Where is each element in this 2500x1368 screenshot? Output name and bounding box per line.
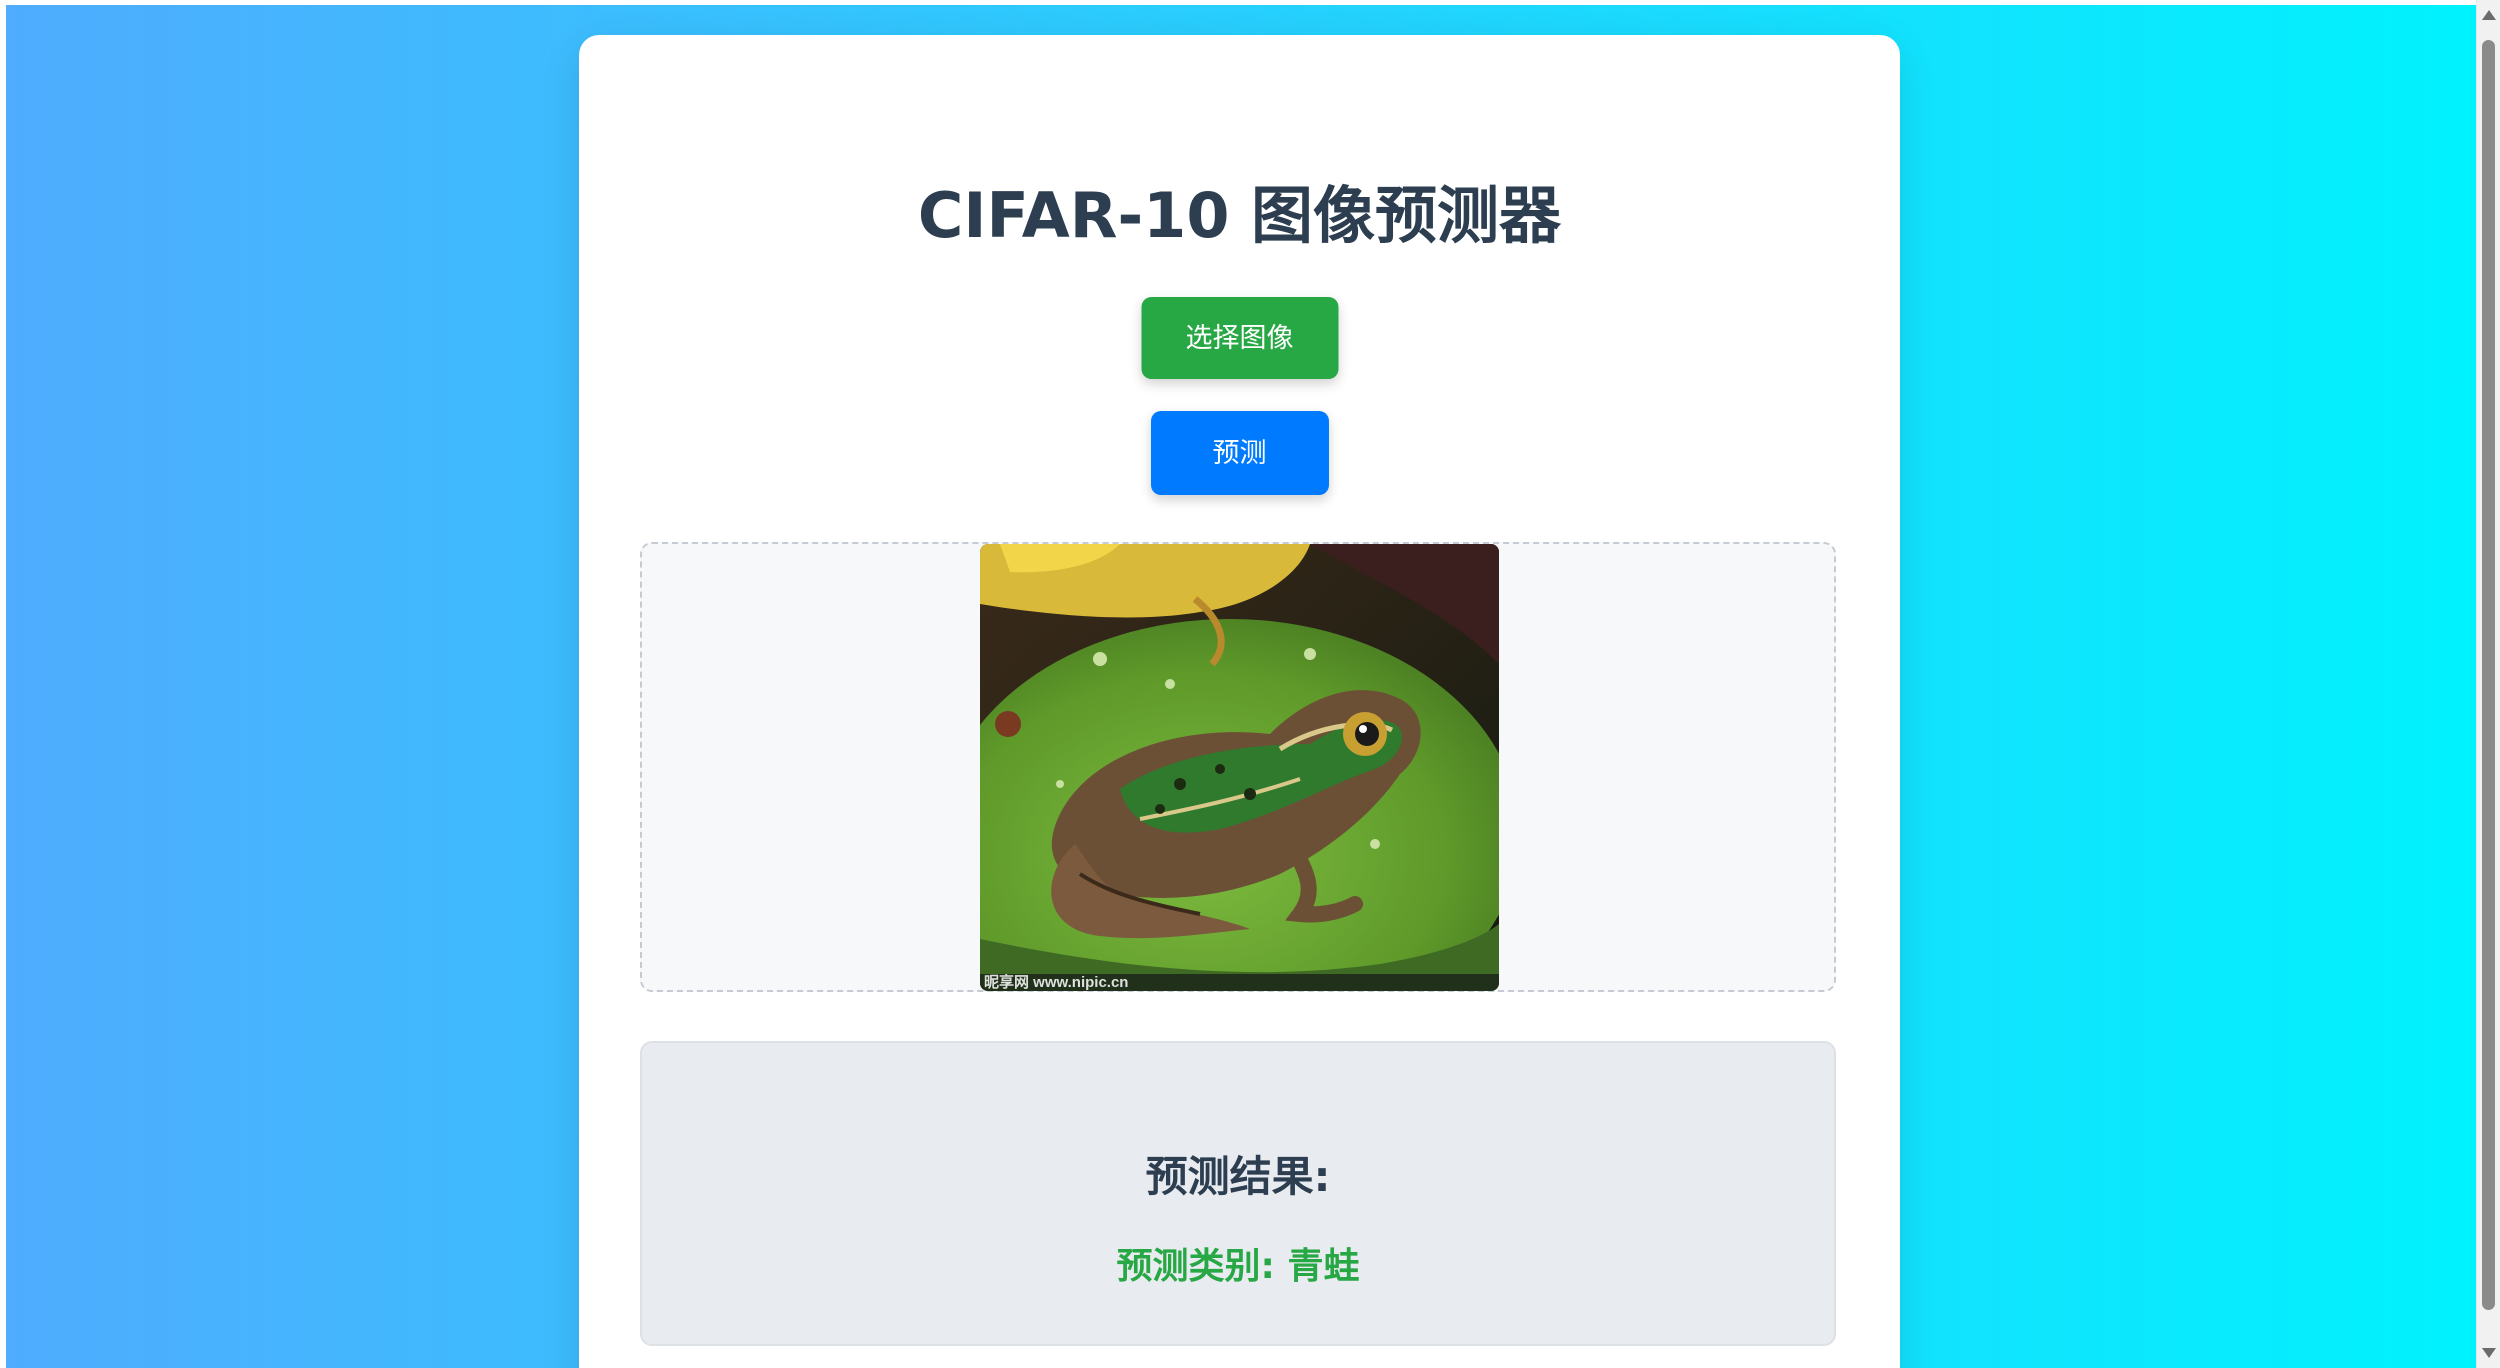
- result-panel: 预测结果: 预测类别: 青蛙: [640, 1041, 1836, 1346]
- result-title: 预测结果:: [1145, 1152, 1331, 1201]
- select-image-button[interactable]: 选择图像: [1141, 297, 1338, 379]
- scroll-down-arrow-icon[interactable]: [2482, 1348, 2496, 1358]
- preview-image: 昵享网 www.nipic.cn: [980, 544, 1499, 991]
- page-title: CIFAR-10 图像预测器: [917, 179, 1562, 252]
- scroll-up-arrow-icon[interactable]: [2482, 10, 2496, 20]
- main-card: CIFAR-10 图像预测器 选择图像 预测 昵享网 www.nipic.cn …: [579, 35, 1900, 1368]
- image-preview-area: 昵享网 www.nipic.cn: [640, 542, 1836, 992]
- page-background: CIFAR-10 图像预测器 选择图像 预测 昵享网 www.nipic.cn …: [6, 5, 2476, 1368]
- predicted-class: 预测类别: 青蛙: [1116, 1246, 1360, 1287]
- predict-button[interactable]: 预测: [1150, 411, 1329, 495]
- photo-watermark: 昵享网 www.nipic.cn: [984, 973, 1128, 991]
- vertical-scrollbar[interactable]: [2476, 0, 2500, 1368]
- frog-photo-illustration: 昵享网 www.nipic.cn: [980, 544, 1499, 991]
- scrollbar-thumb[interactable]: [2482, 40, 2495, 1310]
